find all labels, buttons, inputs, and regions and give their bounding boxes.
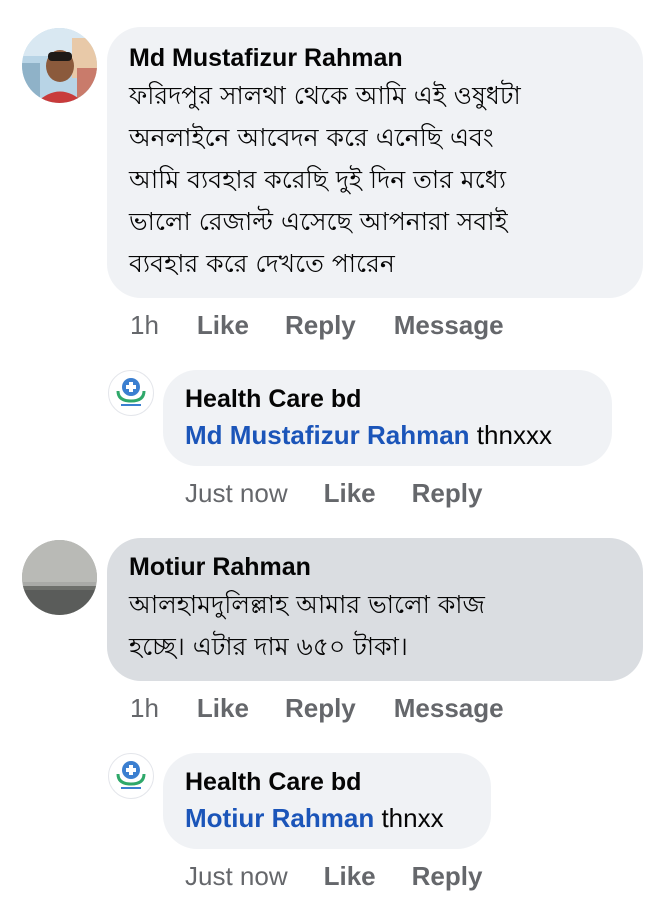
message-button[interactable]: Message: [394, 693, 504, 724]
reply-bubble: Health Care bd Motiur Rahman thnxx: [163, 753, 491, 849]
mention-link[interactable]: Motiur Rahman: [185, 803, 374, 833]
reply-text: Md Mustafizur Rahman thnxxx: [185, 418, 590, 452]
comment-text-line: আমি ব্যবহার করেছি দুই দিন তার মধ্যে: [129, 165, 506, 194]
comment-text-line: ফরিদপুর সালথা থেকে আমি এই ওষুধটা: [129, 81, 521, 110]
reply-button[interactable]: Reply: [285, 310, 356, 341]
message-button[interactable]: Message: [394, 310, 504, 341]
avatar[interactable]: [108, 370, 154, 416]
comment-text-line: অনলাইনে আবেদন করে এনেছি এবং: [129, 123, 494, 152]
avatar[interactable]: [108, 753, 154, 799]
reply-actions: Just now Like Reply: [185, 478, 482, 509]
comment-text-line: ব্যবহার করে দেখতে পারেন: [129, 249, 395, 278]
health-care-logo-icon: [116, 761, 146, 789]
reply-author[interactable]: Health Care bd: [185, 384, 590, 414]
health-care-logo-icon: [116, 378, 146, 406]
reply-actions: Just now Like Reply: [185, 861, 482, 892]
comment-timestamp[interactable]: 1h: [130, 693, 159, 724]
mention-link[interactable]: Md Mustafizur Rahman: [185, 420, 470, 450]
reply-author[interactable]: Health Care bd: [185, 767, 469, 797]
reply-button[interactable]: Reply: [285, 693, 356, 724]
avatar[interactable]: [22, 540, 97, 615]
like-button[interactable]: Like: [197, 310, 249, 341]
comment-text-line: আলহামদুলিল্লাহ আমার ভালো কাজ: [129, 590, 485, 619]
comment-bubble: Md Mustafizur Rahman ফরিদপুর সালথা থেকে …: [107, 27, 643, 298]
reply-message: thnxx: [374, 803, 444, 833]
comment-bubble: Motiur Rahman আলহামদুলিল্লাহ আমার ভালো ক…: [107, 538, 643, 681]
comment-text-line: ভালো রেজাল্ট এসেছে আপনারা সবাই: [129, 207, 508, 236]
landscape-photo-avatar-icon: [22, 540, 97, 615]
comment-author[interactable]: Md Mustafizur Rahman: [129, 43, 621, 73]
comment-timestamp[interactable]: 1h: [130, 310, 159, 341]
like-button[interactable]: Like: [197, 693, 249, 724]
reply-button[interactable]: Reply: [412, 861, 483, 892]
comment-author[interactable]: Motiur Rahman: [129, 552, 621, 582]
reply-button[interactable]: Reply: [412, 478, 483, 509]
reply-text: Motiur Rahman thnxx: [185, 801, 469, 835]
reply-bubble: Health Care bd Md Mustafizur Rahman thnx…: [163, 370, 612, 466]
avatar[interactable]: [22, 28, 97, 103]
reply-timestamp[interactable]: Just now: [185, 861, 288, 892]
reply-timestamp[interactable]: Just now: [185, 478, 288, 509]
user-photo-avatar-icon: [22, 28, 97, 103]
comment-actions: 1h Like Reply Message: [130, 693, 504, 724]
reply-message: thnxxx: [469, 420, 552, 450]
comment-actions: 1h Like Reply Message: [130, 310, 504, 341]
comment-text-line: হচ্ছে। এটার দাম ৬৫০ টাকা।: [129, 632, 408, 661]
like-button[interactable]: Like: [324, 478, 376, 509]
like-button[interactable]: Like: [324, 861, 376, 892]
